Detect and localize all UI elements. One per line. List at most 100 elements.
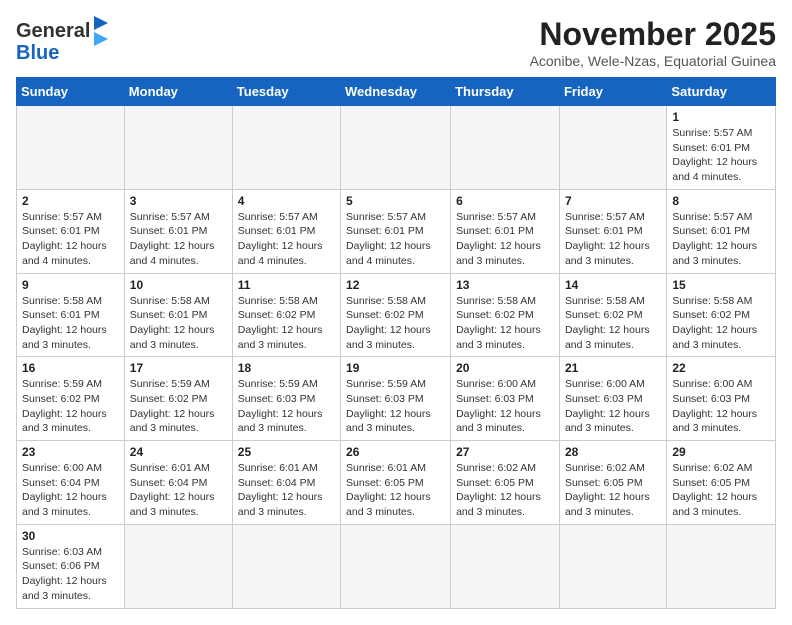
calendar-cell: 10 Sunrise: 5:58 AMSunset: 6:01 PMDayligh… xyxy=(124,273,232,357)
calendar-week-row: 2 Sunrise: 5:57 AMSunset: 6:01 PMDaylight… xyxy=(17,189,776,273)
calendar-cell: 1Sunrise: 5:57 AMSunset: 6:01 PMDaylight… xyxy=(667,106,776,190)
calendar-cell: 6 Sunrise: 5:57 AMSunset: 6:01 PMDaylight… xyxy=(451,189,560,273)
calendar-cell: 30Sunrise: 6:03 AMSunset: 6:06 PMDayligh… xyxy=(17,524,125,608)
title-area: November 2025 Aconibe, Wele-Nzas, Equato… xyxy=(530,16,776,69)
day-number: 13 xyxy=(456,278,554,292)
day-number: 7 xyxy=(565,194,661,208)
day-number: 15 xyxy=(672,278,770,292)
day-info: Sunrise: 6:00 AMSunset: 6:04 PMDaylight:… xyxy=(22,461,119,520)
day-info: Sunrise: 5:57 AMSunset: 6:01 PMDaylight:… xyxy=(565,210,661,269)
day-info: Sunrise: 5:58 AMSunset: 6:02 PMDaylight:… xyxy=(565,294,661,353)
day-info: Sunrise: 5:57 AMSunset: 6:01 PMDaylight:… xyxy=(238,210,335,269)
day-number: 29 xyxy=(672,445,770,459)
calendar-cell: 5 Sunrise: 5:57 AMSunset: 6:01 PMDaylight… xyxy=(341,189,451,273)
day-info: Sunrise: 5:59 AMSunset: 6:03 PMDaylight:… xyxy=(238,377,335,436)
day-number: 14 xyxy=(565,278,661,292)
day-info: Sunrise: 6:00 AMSunset: 6:03 PMDaylight:… xyxy=(565,377,661,436)
day-info: Sunrise: 5:58 AMSunset: 6:01 PMDaylight:… xyxy=(22,294,119,353)
day-number: 10 xyxy=(130,278,227,292)
day-number: 30 xyxy=(22,529,119,543)
weekday-header-sunday: Sunday xyxy=(17,78,125,106)
day-number: 25 xyxy=(238,445,335,459)
day-number: 18 xyxy=(238,361,335,375)
logo: General Blue xyxy=(16,16,108,65)
day-number: 2 xyxy=(22,194,119,208)
day-info: Sunrise: 5:57 AMSunset: 6:01 PMDaylight:… xyxy=(456,210,554,269)
day-number: 21 xyxy=(565,361,661,375)
day-number: 12 xyxy=(346,278,445,292)
day-number: 26 xyxy=(346,445,445,459)
calendar-cell xyxy=(341,106,451,190)
calendar-cell: 4 Sunrise: 5:57 AMSunset: 6:01 PMDaylight… xyxy=(232,189,340,273)
calendar-cell xyxy=(559,106,666,190)
calendar-cell: 28 Sunrise: 6:02 AMSunset: 6:05 PMDayligh… xyxy=(559,441,666,525)
calendar-cell: 24 Sunrise: 6:01 AMSunset: 6:04 PMDayligh… xyxy=(124,441,232,525)
calendar-cell xyxy=(667,524,776,608)
calendar-cell: 27Sunrise: 6:02 AMSunset: 6:05 PMDayligh… xyxy=(451,441,560,525)
calendar-cell xyxy=(17,106,125,190)
weekday-header-friday: Friday xyxy=(559,78,666,106)
calendar-cell: 26Sunrise: 6:01 AMSunset: 6:05 PMDayligh… xyxy=(341,441,451,525)
day-info: Sunrise: 6:01 AMSunset: 6:04 PMDaylight:… xyxy=(238,461,335,520)
day-number: 4 xyxy=(238,194,335,208)
calendar-cell: 17 Sunrise: 5:59 AMSunset: 6:02 PMDayligh… xyxy=(124,357,232,441)
calendar-cell: 3Sunrise: 5:57 AMSunset: 6:01 PMDaylight… xyxy=(124,189,232,273)
calendar-cell xyxy=(232,524,340,608)
day-info: Sunrise: 6:02 AMSunset: 6:05 PMDaylight:… xyxy=(672,461,770,520)
calendar-week-row: 9 Sunrise: 5:58 AMSunset: 6:01 PMDaylight… xyxy=(17,273,776,357)
calendar-cell xyxy=(451,106,560,190)
calendar-cell: 23 Sunrise: 6:00 AMSunset: 6:04 PMDayligh… xyxy=(17,441,125,525)
day-info: Sunrise: 5:58 AMSunset: 6:02 PMDaylight:… xyxy=(456,294,554,353)
calendar-cell: 19 Sunrise: 5:59 AMSunset: 6:03 PMDayligh… xyxy=(341,357,451,441)
calendar-cell: 15Sunrise: 5:58 AMSunset: 6:02 PMDayligh… xyxy=(667,273,776,357)
weekday-header-thursday: Thursday xyxy=(451,78,560,106)
day-number: 20 xyxy=(456,361,554,375)
location-subtitle: Aconibe, Wele-Nzas, Equatorial Guinea xyxy=(530,53,776,69)
day-number: 16 xyxy=(22,361,119,375)
calendar-cell: 18 Sunrise: 5:59 AMSunset: 6:03 PMDayligh… xyxy=(232,357,340,441)
header: General Blue November 2025 Aconibe, Wele… xyxy=(16,16,776,69)
calendar-cell: 9 Sunrise: 5:58 AMSunset: 6:01 PMDaylight… xyxy=(17,273,125,357)
day-number: 17 xyxy=(130,361,227,375)
day-number: 27 xyxy=(456,445,554,459)
calendar-cell: 14 Sunrise: 5:58 AMSunset: 6:02 PMDayligh… xyxy=(559,273,666,357)
day-number: 11 xyxy=(238,278,335,292)
weekday-header-wednesday: Wednesday xyxy=(341,78,451,106)
day-info: Sunrise: 5:58 AMSunset: 6:01 PMDaylight:… xyxy=(130,294,227,353)
calendar-cell: 13 Sunrise: 5:58 AMSunset: 6:02 PMDayligh… xyxy=(451,273,560,357)
day-number: 6 xyxy=(456,194,554,208)
day-number: 5 xyxy=(346,194,445,208)
calendar-week-row: 16 Sunrise: 5:59 AMSunset: 6:02 PMDayligh… xyxy=(17,357,776,441)
day-info: Sunrise: 5:57 AMSunset: 6:01 PMDaylight:… xyxy=(672,210,770,269)
calendar-cell: 11 Sunrise: 5:58 AMSunset: 6:02 PMDayligh… xyxy=(232,273,340,357)
day-number: 19 xyxy=(346,361,445,375)
day-info: Sunrise: 5:59 AMSunset: 6:02 PMDaylight:… xyxy=(130,377,227,436)
day-info: Sunrise: 6:00 AMSunset: 6:03 PMDaylight:… xyxy=(456,377,554,436)
day-number: 9 xyxy=(22,278,119,292)
day-info: Sunrise: 5:59 AMSunset: 6:03 PMDaylight:… xyxy=(346,377,445,436)
day-info: Sunrise: 5:57 AMSunset: 6:01 PMDaylight:… xyxy=(22,210,119,269)
day-number: 8 xyxy=(672,194,770,208)
day-number: 23 xyxy=(22,445,119,459)
day-number: 24 xyxy=(130,445,227,459)
calendar-cell: 7 Sunrise: 5:57 AMSunset: 6:01 PMDaylight… xyxy=(559,189,666,273)
weekday-header-saturday: Saturday xyxy=(667,78,776,106)
calendar-cell xyxy=(232,106,340,190)
calendar-week-row: 1Sunrise: 5:57 AMSunset: 6:01 PMDaylight… xyxy=(17,106,776,190)
day-info: Sunrise: 5:57 AMSunset: 6:01 PMDaylight:… xyxy=(346,210,445,269)
logo-text: General xyxy=(16,20,90,43)
month-title: November 2025 xyxy=(530,16,776,53)
day-number: 28 xyxy=(565,445,661,459)
calendar-cell: 29 Sunrise: 6:02 AMSunset: 6:05 PMDayligh… xyxy=(667,441,776,525)
day-info: Sunrise: 5:59 AMSunset: 6:02 PMDaylight:… xyxy=(22,377,119,436)
calendar-cell: 22Sunrise: 6:00 AMSunset: 6:03 PMDayligh… xyxy=(667,357,776,441)
day-number: 3 xyxy=(130,194,227,208)
day-info: Sunrise: 5:58 AMSunset: 6:02 PMDaylight:… xyxy=(346,294,445,353)
calendar-cell: 8 Sunrise: 5:57 AMSunset: 6:01 PMDaylight… xyxy=(667,189,776,273)
day-info: Sunrise: 6:02 AMSunset: 6:05 PMDaylight:… xyxy=(565,461,661,520)
day-info: Sunrise: 5:58 AMSunset: 6:02 PMDaylight:… xyxy=(238,294,335,353)
calendar-cell xyxy=(451,524,560,608)
calendar-cell xyxy=(341,524,451,608)
calendar-cell xyxy=(124,106,232,190)
day-info: Sunrise: 6:01 AMSunset: 6:04 PMDaylight:… xyxy=(130,461,227,520)
